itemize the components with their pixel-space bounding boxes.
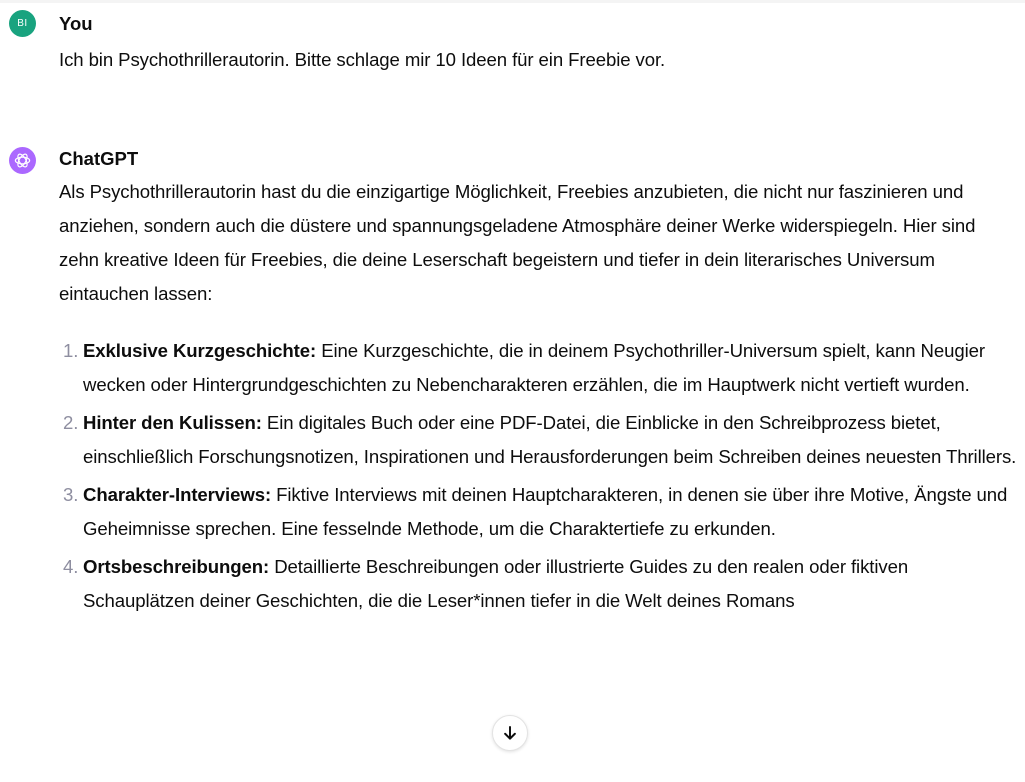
list-item-term: Hinter den Kulissen: xyxy=(83,412,262,433)
list-item-term: Charakter-Interviews: xyxy=(83,484,272,505)
ideas-list: 1. Exklusive Kurzgeschichte: Eine Kurzges… xyxy=(59,334,1017,618)
list-item-number: 2. xyxy=(63,412,79,433)
assistant-intro-paragraph: Als Psychothrillerautorin hast du die ei… xyxy=(59,181,976,304)
assistant-author-name: ChatGPT xyxy=(59,148,139,169)
list-item-term: Exklusive Kurzgeschichte: xyxy=(83,340,317,361)
user-avatar: BI xyxy=(9,10,36,37)
list-item-number: 3. xyxy=(63,484,79,505)
list-item-term: Ortsbeschreibungen: xyxy=(83,556,270,577)
user-message-text: Ich bin Psychothrillerautorin. Bitte sch… xyxy=(59,49,666,70)
list-item: 3. Charakter-Interviews: Fiktive Intervie… xyxy=(59,478,1017,546)
list-item-number: 4. xyxy=(63,556,79,577)
list-item: 2. Hinter den Kulissen: Ein digitales Buc… xyxy=(59,406,1017,474)
assistant-message-text: Als Psychothrillerautorin hast du die ei… xyxy=(59,175,1017,622)
list-item: 4. Ortsbeschreibungen: Detaillierte Besch… xyxy=(59,550,1017,618)
openai-logo-icon xyxy=(9,147,36,174)
list-item-number: 1. xyxy=(63,340,79,361)
scroll-to-bottom-button[interactable] xyxy=(492,715,528,751)
user-avatar-initials: BI xyxy=(17,18,28,29)
top-bar xyxy=(0,0,1025,3)
arrow-down-icon xyxy=(504,726,516,740)
user-author-name: You xyxy=(59,13,93,34)
list-item: 1. Exklusive Kurzgeschichte: Eine Kurzges… xyxy=(59,334,1017,402)
